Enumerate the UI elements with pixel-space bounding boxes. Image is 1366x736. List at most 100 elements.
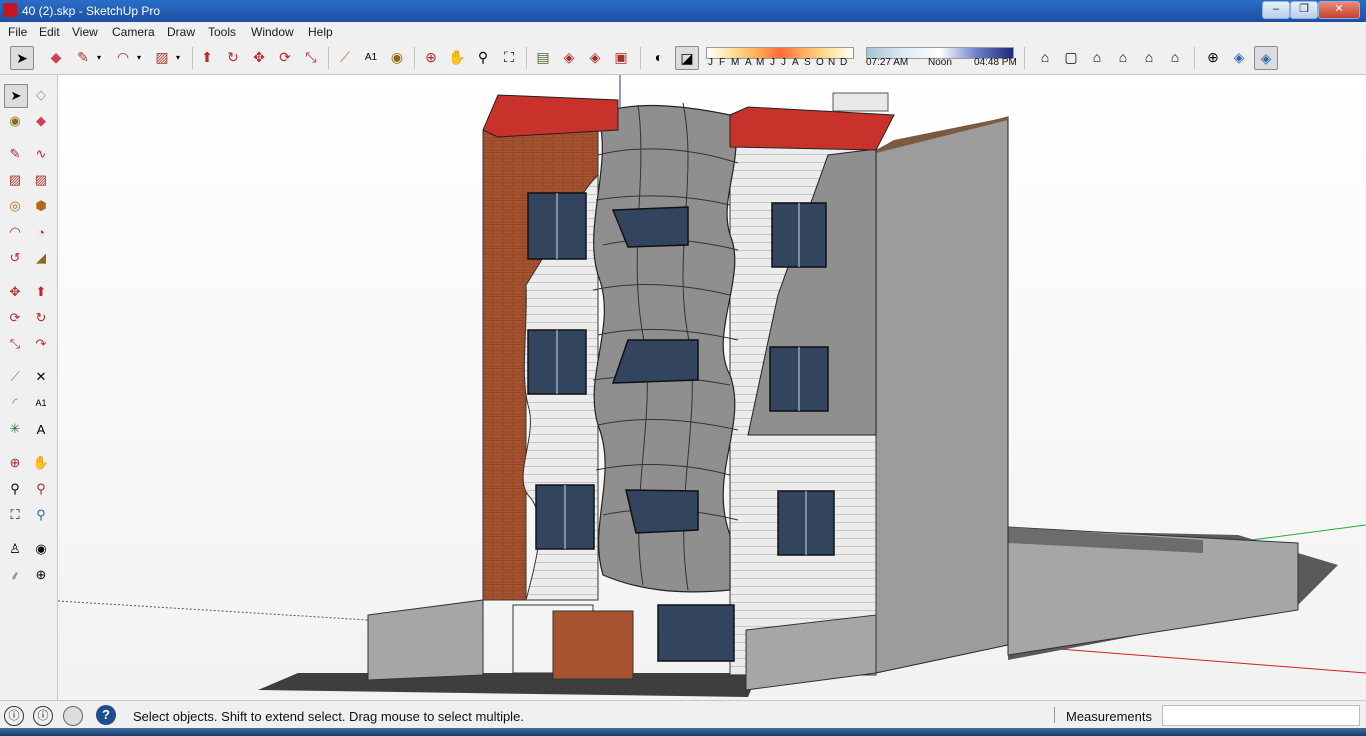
dimension-icon[interactable]: ✕ <box>30 366 52 388</box>
paint-bucket-icon[interactable]: ◉ <box>386 46 408 68</box>
menu-camera[interactable]: Camera <box>112 25 155 39</box>
help-icon[interactable]: ? <box>96 705 116 725</box>
styles-icon[interactable]: ◈ <box>584 46 606 68</box>
time-start-label: 07:27 AM <box>866 57 909 68</box>
orbit-icon[interactable]: ⊕ <box>4 452 26 474</box>
credits-icon[interactable]: ⓘ <box>33 706 53 726</box>
zoom-icon[interactable]: ⚲ <box>4 478 26 500</box>
axes-icon[interactable]: ✳ <box>4 418 26 440</box>
pencil-icon[interactable]: ✎ <box>4 143 26 165</box>
move-icon[interactable]: ✥ <box>248 46 270 68</box>
geo-location-icon[interactable]: ⓘ <box>4 706 24 726</box>
rotate-icon[interactable]: ⟳ <box>4 307 26 329</box>
close-button[interactable]: ✕ <box>1318 1 1360 19</box>
back-view-icon[interactable]: ⌂ <box>1138 46 1160 68</box>
eraser-icon[interactable]: ◆ <box>30 110 52 132</box>
model-viewport[interactable] <box>58 75 1366 700</box>
building-side-wall <box>875 116 1009 674</box>
front-wall-left <box>367 599 484 681</box>
select-icon[interactable]: ➤ <box>10 46 34 70</box>
scale-icon[interactable]: ⤡ <box>4 333 26 355</box>
pan-icon[interactable]: ✋ <box>30 452 52 474</box>
materials-icon[interactable]: ◈ <box>558 46 580 68</box>
move-icon[interactable]: ✥ <box>4 281 26 303</box>
position-camera-icon[interactable]: ♙ <box>4 538 26 560</box>
offset-icon[interactable]: ↷ <box>30 333 52 355</box>
pan-icon[interactable]: ✋ <box>446 46 468 68</box>
chevron-down-icon[interactable]: ▾ <box>88 46 110 68</box>
text-icon[interactable]: A1 <box>30 392 52 414</box>
tape-measure-icon[interactable]: ⟋ <box>334 46 356 68</box>
back-edges-icon[interactable]: ◈ <box>1228 46 1250 68</box>
iso-view-icon[interactable]: ⌂ <box>1034 46 1056 68</box>
sketchup-app-icon[interactable] <box>3 3 17 17</box>
two-point-arc-icon[interactable]: ◢ <box>30 247 52 269</box>
month-label: F <box>719 57 726 68</box>
paint-bucket-icon[interactable]: ◉ <box>4 110 26 132</box>
follow-me-icon[interactable]: ↻ <box>30 307 52 329</box>
push-pull-icon[interactable]: ⬆ <box>196 46 218 68</box>
components-icon[interactable]: ▤ <box>532 46 554 68</box>
menu-view[interactable]: View <box>72 25 98 39</box>
text-icon[interactable]: A1 <box>360 46 382 68</box>
polygon-icon[interactable]: ⬢ <box>30 195 52 217</box>
rectangle-icon[interactable]: ▨ <box>4 169 26 191</box>
tape-measure-icon[interactable]: ⟋ <box>4 366 26 388</box>
shadows-icon[interactable]: ◐ <box>648 46 670 68</box>
zoom-icon[interactable]: ⚲ <box>472 46 494 68</box>
select-icon[interactable]: ➤ <box>4 84 28 108</box>
follow-me-icon[interactable]: ↻ <box>222 46 244 68</box>
circle-icon[interactable]: ◎ <box>4 195 26 217</box>
top-view-icon[interactable]: ▢ <box>1060 46 1082 68</box>
zoom-extents-icon[interactable]: ⛶ <box>4 504 26 526</box>
right-view-icon[interactable]: ⌂ <box>1112 46 1134 68</box>
three-point-arc-icon[interactable]: ↺ <box>4 247 26 269</box>
look-around-icon[interactable]: ◉ <box>30 538 52 560</box>
menu-draw[interactable]: Draw <box>167 25 195 39</box>
previous-view-icon[interactable]: ⚲ <box>30 504 52 526</box>
zoom-extents-icon[interactable]: ⛶ <box>498 46 520 68</box>
arc-icon[interactable]: ◠ <box>4 221 26 243</box>
roof-water-tank <box>832 92 889 112</box>
scenes-icon[interactable]: ▣ <box>610 46 632 68</box>
3d-text-icon[interactable]: A <box>30 418 52 440</box>
minimize-button[interactable]: – <box>1262 1 1290 19</box>
month-label: A <box>792 57 799 68</box>
push-pull-icon[interactable]: ⬆ <box>30 281 52 303</box>
walk-icon[interactable]: ⸙ <box>4 564 26 586</box>
chevron-down-icon[interactable]: ▾ <box>167 46 189 68</box>
fog-icon[interactable]: ◪ <box>675 46 699 70</box>
left-toolbar: ➤ ◇ ◉ ◆ ✎ ∿ ▨ ▨ ◎ ⬢ ◠ ◔ ↺ ◢ ✥ ⬆ ⟳ ↻ ⤡ ↷ … <box>0 75 58 700</box>
section-plane-icon[interactable]: ⊕ <box>30 564 52 586</box>
user-icon[interactable] <box>63 706 83 726</box>
rotated-rectangle-icon[interactable]: ▨ <box>30 169 52 191</box>
freehand-icon[interactable]: ∿ <box>30 143 52 165</box>
menu-window[interactable]: Window <box>251 25 294 39</box>
menu-tools[interactable]: Tools <box>208 25 236 39</box>
front-view-icon[interactable]: ⌂ <box>1086 46 1108 68</box>
status-bar: ⓘ ⓘ ? Select objects. Shift to extend se… <box>0 700 1366 729</box>
menu-edit[interactable]: Edit <box>39 25 60 39</box>
restore-button[interactable]: ❐ <box>1290 1 1318 19</box>
shaded-icon[interactable]: ◈ <box>1254 46 1278 70</box>
month-label: M <box>731 57 740 68</box>
month-label: J <box>708 57 713 68</box>
left-view-icon[interactable]: ⌂ <box>1164 46 1186 68</box>
make-component-icon[interactable]: ◇ <box>30 84 52 106</box>
month-label: O <box>816 57 824 68</box>
building-model[interactable] <box>58 75 1366 700</box>
eraser-icon[interactable]: ◆ <box>45 46 67 68</box>
window-title: 40 (2).skp - SketchUp Pro <box>22 4 161 18</box>
xray-icon[interactable]: ⊕ <box>1202 46 1224 68</box>
chevron-down-icon[interactable]: ▾ <box>128 46 150 68</box>
measurements-input[interactable] <box>1162 705 1360 726</box>
protractor-icon[interactable]: ◜ <box>4 392 26 414</box>
orbit-icon[interactable]: ⊕ <box>420 46 442 68</box>
menu-file[interactable]: File <box>8 25 27 39</box>
pie-icon[interactable]: ◔ <box>30 221 52 243</box>
menu-help[interactable]: Help <box>308 25 333 39</box>
rotate-icon[interactable]: ⟳ <box>274 46 296 68</box>
zoom-window-icon[interactable]: ⚲ <box>30 478 52 500</box>
scale-icon[interactable]: ⤡ <box>300 46 322 68</box>
window <box>625 489 699 534</box>
